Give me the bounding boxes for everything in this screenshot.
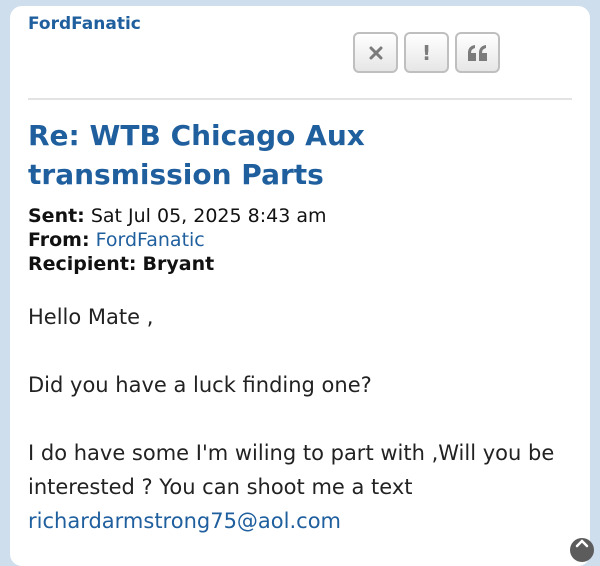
- sent-row: Sent: Sat Jul 05, 2025 8:43 am: [28, 204, 327, 228]
- message-offer-text: I do have some I'm wiling to part with ,…: [28, 441, 555, 499]
- quote-button[interactable]: [455, 32, 500, 73]
- message-line-question: Did you have a luck finding one?: [28, 373, 372, 397]
- delete-button[interactable]: [353, 32, 398, 73]
- sent-value: Sat Jul 05, 2025 8:43 am: [90, 205, 327, 227]
- close-icon: [369, 46, 382, 59]
- quote-icon: [467, 44, 487, 61]
- from-label: From:: [28, 229, 90, 251]
- recipient-row: Recipient: Bryant: [28, 252, 327, 276]
- from-user-link[interactable]: FordFanatic: [96, 229, 205, 251]
- message-card: FordFanatic ! Re: WTB Chicago Aux transm…: [10, 6, 594, 566]
- message-body: Hello Mate , Did you have a luck finding…: [28, 300, 578, 538]
- recipient-label: Recipient:: [28, 253, 137, 275]
- post-actions: !: [353, 32, 500, 73]
- message-line-greeting: Hello Mate ,: [28, 305, 154, 329]
- message-title: Re: WTB Chicago Aux transmission Parts: [28, 119, 365, 191]
- email-link[interactable]: richardarmstrong75@aol.com: [28, 509, 341, 533]
- divider: [28, 98, 572, 100]
- from-row: From: FordFanatic: [28, 228, 327, 252]
- message-meta: Sent: Sat Jul 05, 2025 8:43 am From: For…: [28, 204, 327, 276]
- scroll-top-button[interactable]: [570, 538, 594, 562]
- author-name[interactable]: FordFanatic: [28, 14, 141, 34]
- sent-label: Sent:: [28, 205, 85, 227]
- report-button[interactable]: !: [404, 32, 449, 73]
- message-line-offer: I do have some I'm wiling to part with ,…: [28, 436, 578, 538]
- chevron-up-icon: [575, 539, 589, 548]
- recipient-value: Bryant: [142, 253, 215, 275]
- report-icon: !: [421, 40, 432, 65]
